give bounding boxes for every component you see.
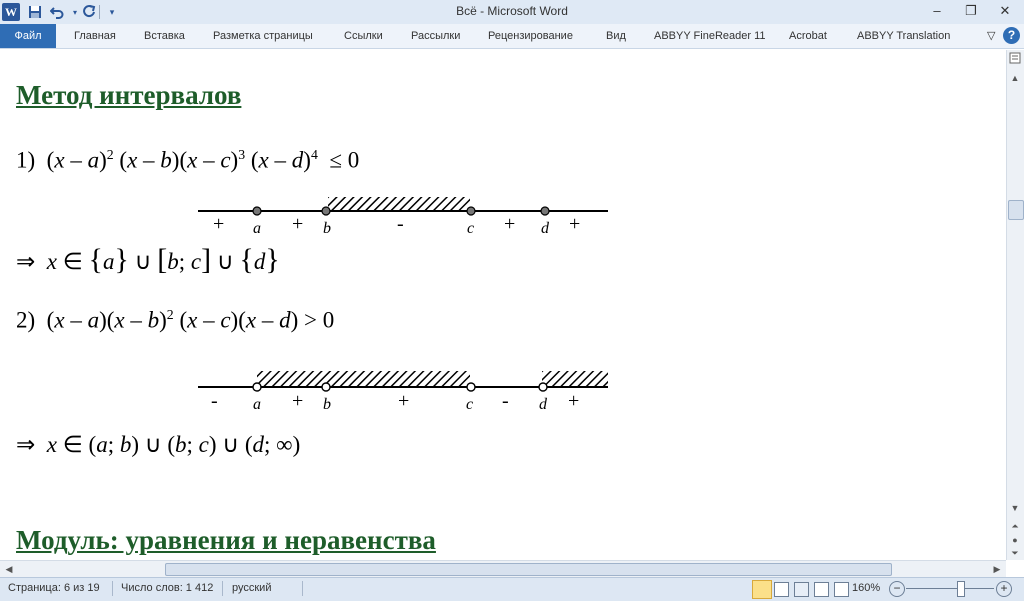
point-c — [466, 206, 476, 216]
point-d — [538, 382, 548, 392]
shaded-interval-b-c — [328, 197, 470, 211]
heading-interval-method: Метод интервалов — [16, 80, 242, 110]
implies-symbol: ⇒ — [16, 432, 36, 457]
label-c: c — [466, 396, 474, 413]
help-icon[interactable]: ? — [1003, 27, 1020, 44]
sign-5: + — [568, 390, 580, 412]
status-separator — [112, 581, 113, 596]
shaded-interval-d-infinity — [542, 371, 608, 387]
document-page[interactable]: Метод интервалов 1) (x – a)2 (x – b)(x –… — [0, 50, 1006, 560]
ruler-toggle-icon[interactable] — [1007, 52, 1023, 68]
tab-abbyy-finereader[interactable]: ABBYY FineReader 11 — [652, 24, 768, 48]
sign-5: + — [569, 213, 581, 235]
point-d — [540, 206, 550, 216]
restore-button[interactable]: ❐ — [958, 2, 984, 20]
label-b: b — [323, 396, 331, 413]
tab-view[interactable]: Вид — [604, 24, 628, 48]
answer-1: ⇒ x ∈ {a} ∪ [b; c] ∪ {d} — [16, 243, 280, 276]
tab-file[interactable]: Файл — [0, 24, 56, 48]
zoom-in-button[interactable]: + — [996, 581, 1012, 597]
sign-4: + — [504, 213, 516, 235]
draft-view-icon[interactable] — [834, 582, 849, 597]
label-d: d — [541, 220, 549, 237]
inequality-2: 2) (x – a)(x – b)2 (x – c)(x – d) > 0 — [16, 307, 335, 333]
outline-view-icon[interactable] — [814, 582, 829, 597]
heading-modulus: Модуль: уравнения и неравенства — [16, 525, 436, 555]
shaded-interval-a-c — [257, 371, 470, 387]
label-a: a — [253, 396, 261, 413]
inequality-1: 1) (x – a)2 (x – b)(x – c)3 (x – d)4 ≤ 0 — [16, 147, 360, 173]
item-number-1: 1) — [16, 147, 36, 173]
horizontal-scroll-thumb[interactable] — [165, 563, 892, 576]
answer-2: ⇒ x ∈ (a; b) ∪ (b; c) ∪ (d; ∞) — [16, 432, 301, 457]
infinity-symbol: ∞ — [276, 432, 293, 457]
label-d: d — [539, 396, 547, 413]
scroll-up-icon[interactable]: ▲ — [1007, 70, 1023, 86]
zoom-out-button[interactable]: − — [889, 581, 905, 597]
point-b — [321, 382, 331, 392]
scroll-right-icon[interactable]: ▶ — [989, 561, 1005, 577]
inequality-1-relation: ≤ 0 — [329, 147, 360, 173]
page-count-status[interactable]: Страница: 6 из 19 — [8, 582, 100, 594]
window-title: Всё - Microsoft Word — [456, 4, 568, 18]
web-layout-icon[interactable] — [794, 582, 809, 597]
close-button[interactable]: ✕ — [992, 2, 1018, 20]
minimize-button[interactable]: – — [924, 2, 950, 20]
tab-page-layout[interactable]: Разметка страницы — [211, 24, 315, 48]
tab-insert[interactable]: Вставка — [142, 24, 187, 48]
sign-1: - — [211, 390, 218, 412]
tab-references[interactable]: Ссылки — [342, 24, 385, 48]
inequality-2-relation: > 0 — [304, 307, 335, 333]
point-a — [252, 382, 262, 392]
sign-2: + — [292, 213, 304, 235]
point-b — [321, 206, 331, 216]
point-a — [252, 206, 262, 216]
tab-review[interactable]: Рецензирование — [486, 24, 575, 48]
status-separator — [302, 581, 303, 596]
language-status[interactable]: русский — [232, 582, 271, 594]
implies-symbol: ⇒ — [16, 249, 36, 274]
scroll-left-icon[interactable]: ◀ — [1, 561, 17, 577]
sign-3: - — [397, 213, 404, 235]
label-b: b — [323, 220, 331, 237]
full-screen-reading-icon[interactable] — [774, 582, 789, 597]
zoom-slider-track[interactable] — [906, 588, 994, 589]
vertical-scroll-thumb[interactable] — [1008, 200, 1024, 220]
sign-1: + — [213, 213, 225, 235]
point-c — [466, 382, 476, 392]
zoom-level[interactable]: 160% — [852, 582, 880, 594]
word-count-status[interactable]: Число слов: 1 412 — [121, 582, 213, 594]
tab-abbyy-translation[interactable]: ABBYY Translation — [855, 24, 952, 48]
print-layout-view-icon[interactable] — [752, 580, 772, 599]
scroll-down-icon[interactable]: ▼ — [1007, 500, 1023, 516]
label-c: c — [467, 220, 475, 237]
tab-home[interactable]: Главная — [72, 24, 118, 48]
status-separator — [222, 581, 223, 596]
sign-3: + — [398, 390, 410, 412]
item-number-2: 2) — [16, 307, 36, 333]
ribbon-collapse-icon[interactable]: ▽ — [985, 24, 997, 48]
tab-mailings[interactable]: Рассылки — [409, 24, 462, 48]
tab-acrobat[interactable]: Acrobat — [787, 24, 829, 48]
label-a: a — [253, 220, 261, 237]
vertical-scrollbar[interactable] — [1006, 50, 1024, 560]
sign-2: + — [292, 390, 304, 412]
sign-4: - — [502, 390, 509, 412]
zoom-slider-thumb[interactable] — [957, 581, 965, 597]
next-page-icon[interactable]: ⏷ — [1007, 545, 1023, 561]
